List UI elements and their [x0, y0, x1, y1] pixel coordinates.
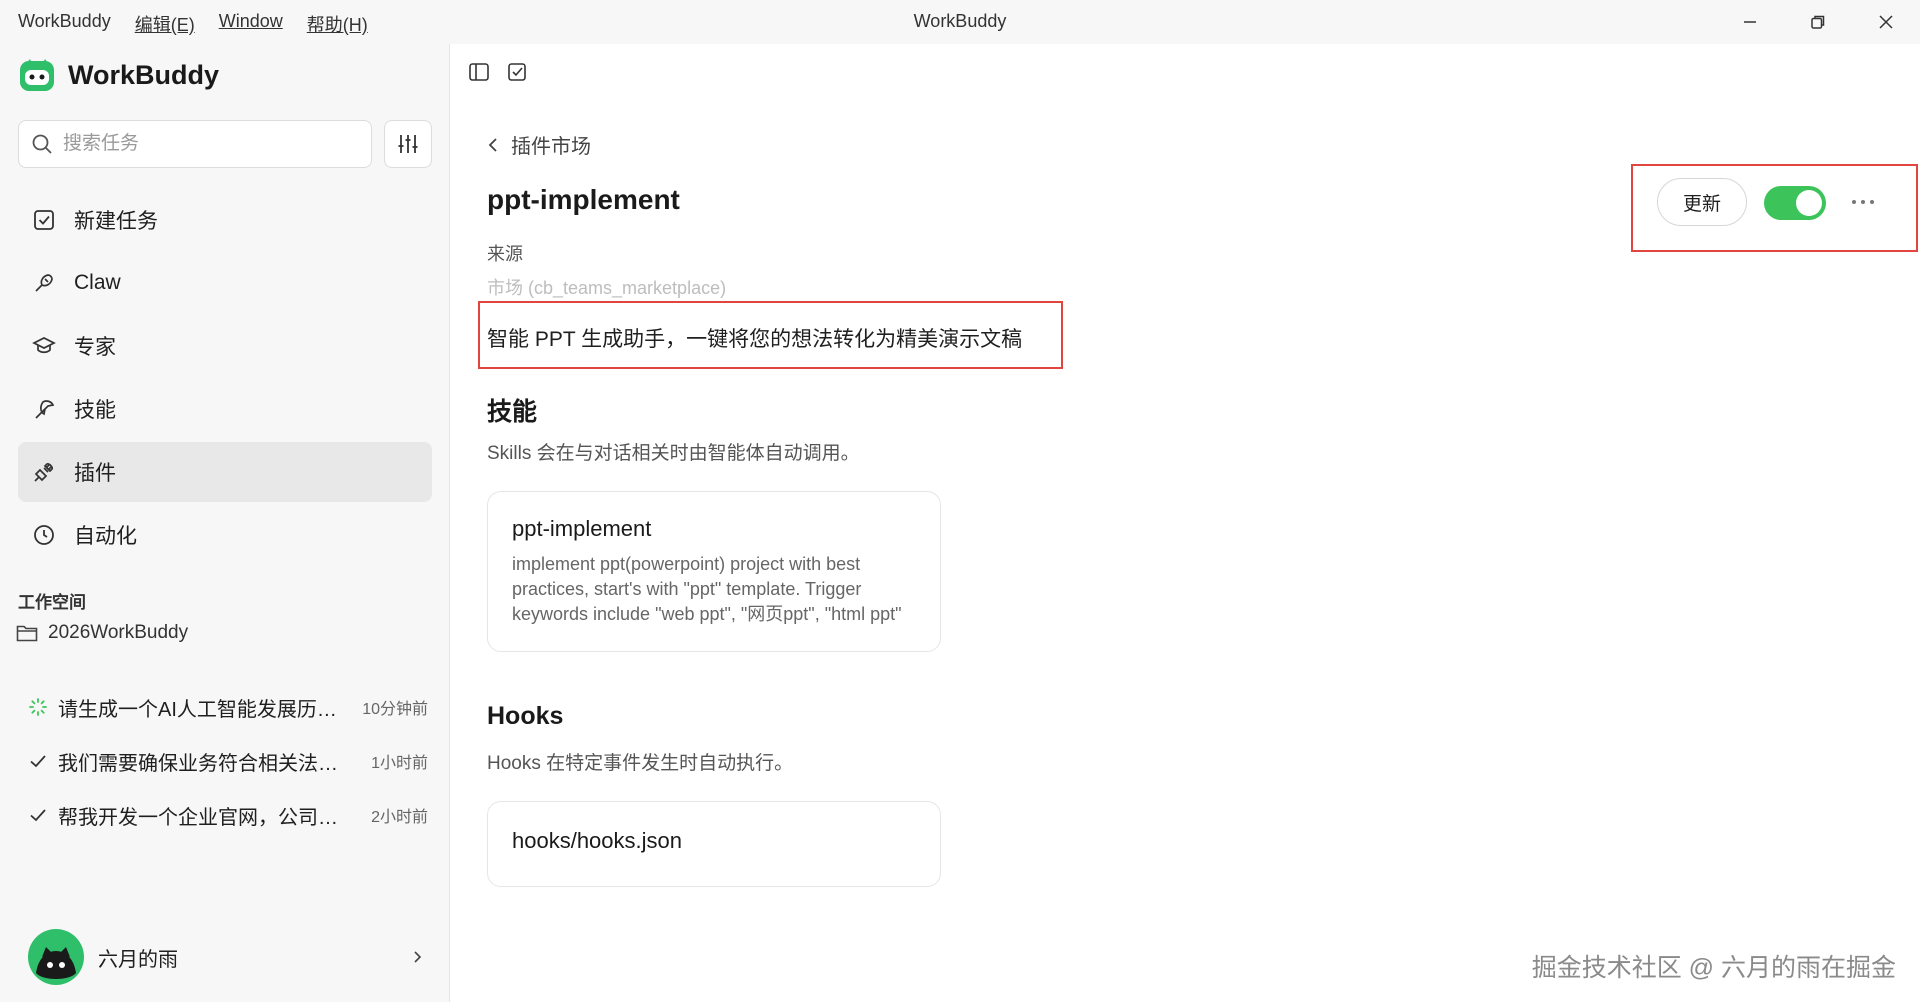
task-item[interactable]: 帮我开发一个企业官网，公司名称为 2小时前: [28, 788, 428, 842]
check-icon: [30, 809, 46, 822]
spinner-icon: [29, 698, 47, 716]
user-name: 六月的雨: [98, 948, 178, 971]
menu-edit[interactable]: 编辑(E): [135, 11, 195, 37]
sidebar-item-expert[interactable]: 专家: [18, 316, 432, 376]
toggle-sidebar-button[interactable]: [467, 60, 491, 84]
sidebar-item-label: 新建任务: [74, 210, 158, 233]
folder-icon: [16, 625, 38, 642]
close-icon: [1879, 15, 1893, 29]
close-button[interactable]: [1852, 0, 1920, 44]
back-label: 插件市场: [511, 136, 591, 158]
workbuddy-logo-icon: [20, 59, 54, 91]
sidebar-item-label: 插件: [74, 462, 116, 485]
task-list: 请生成一个AI人工智能发展历史介绍的PPT 10分钟前 我们需要确保业务符合相关…: [28, 680, 428, 842]
back-link[interactable]: 插件市场: [487, 130, 591, 159]
restore-icon: [1811, 15, 1825, 29]
menu-app[interactable]: WorkBuddy: [18, 11, 111, 37]
more-icon: [1852, 200, 1874, 204]
search-icon: [32, 134, 52, 154]
window-controls: [1716, 0, 1920, 44]
hook-card-title: hooks/hooks.json: [512, 828, 682, 853]
chevron-right-icon: [414, 951, 422, 963]
sidebar-item-new-task[interactable]: 新建任务: [18, 190, 432, 250]
minimize-icon: [1744, 21, 1756, 23]
more-options-button[interactable]: [1848, 190, 1878, 214]
search-box[interactable]: [18, 120, 372, 168]
main-toolbar: [467, 60, 529, 84]
plugin-icon: [34, 463, 53, 482]
source-label: 来源: [487, 244, 523, 264]
sidebar-item-label: Claw: [74, 271, 121, 294]
task-item[interactable]: 我们需要确保业务符合相关法律法规 1小时前: [28, 734, 428, 788]
plugin-title: ppt-implement: [487, 184, 680, 215]
title-bar: WorkBuddy 编辑(E) Window 帮助(H) WorkBuddy: [0, 0, 1920, 44]
edit-check-icon: [508, 63, 526, 81]
clock-icon: [34, 525, 54, 545]
toggle-knob: [1796, 190, 1822, 216]
sidebar: WorkBuddy 新建任务 Claw 专家 技能: [0, 44, 450, 1002]
brand: WorkBuddy: [18, 56, 219, 94]
chevron-left-icon: [488, 137, 497, 152]
task-title: 请生成一个AI人工智能发展历史介绍的PPT: [58, 698, 348, 721]
new-task-button[interactable]: [505, 60, 529, 84]
skill-card-title: ppt-implement: [512, 516, 652, 541]
sliders-icon: [398, 135, 418, 153]
watermark: 掘金技术社区 @ 六月的雨在掘金: [1531, 954, 1896, 982]
task-title: 帮我开发一个企业官网，公司名称为: [58, 806, 348, 829]
workspace-heading: 工作空间: [18, 593, 86, 612]
task-item[interactable]: 请生成一个AI人工智能发展历史介绍的PPT 10分钟前: [28, 680, 428, 734]
sidebar-nav: 新建任务 Claw 专家 技能 插件 自动化: [18, 190, 432, 568]
sidebar-item-plugins[interactable]: 插件: [18, 442, 432, 502]
menu-help[interactable]: 帮助(H): [307, 11, 368, 37]
skill-card[interactable]: ppt-implement implement ppt(powerpoint) …: [487, 491, 941, 652]
hooks-heading: Hooks: [487, 702, 564, 730]
avatar: [28, 929, 84, 985]
source-value: 市场 (cb_teams_marketplace): [487, 278, 727, 298]
sidebar-toggle-icon: [469, 63, 489, 81]
hooks-subtitle: Hooks 在特定事件发生时自动执行。: [487, 753, 794, 774]
sidebar-item-label: 自动化: [74, 525, 137, 548]
user-profile[interactable]: 六月的雨: [28, 928, 424, 986]
plugin-description: 智能 PPT 生成助手，一键将您的想法转化为精美演示文稿: [487, 328, 1023, 351]
menu-bar: WorkBuddy 编辑(E) Window 帮助(H): [18, 11, 368, 37]
main-panel: 插件市场 ppt-implement 来源 市场 (cb_teams_marke…: [451, 44, 1920, 1002]
plugin-enable-toggle[interactable]: [1764, 186, 1826, 220]
sidebar-item-label: 专家: [74, 336, 116, 359]
skills-subtitle: Skills 会在与对话相关时由智能体自动调用。: [487, 443, 860, 464]
new-task-icon: [34, 210, 54, 230]
task-time: 1小时前: [371, 755, 428, 772]
menu-window[interactable]: Window: [219, 11, 283, 37]
expert-icon: [32, 337, 56, 354]
sidebar-item-automation[interactable]: 自动化: [18, 505, 432, 565]
workspace-folder[interactable]: 2026WorkBuddy: [16, 622, 188, 644]
sidebar-item-claw[interactable]: Claw: [18, 253, 432, 313]
filter-button[interactable]: [384, 120, 432, 168]
skill-card-description: implement ppt(powerpoint) project with b…: [512, 554, 902, 624]
update-button[interactable]: 更新: [1657, 178, 1747, 226]
task-time: 10分钟前: [362, 701, 428, 718]
search-input[interactable]: [63, 133, 343, 155]
task-time: 2小时前: [371, 809, 428, 826]
sidebar-item-label: 技能: [74, 399, 116, 422]
restore-button[interactable]: [1784, 0, 1852, 44]
claw-icon: [35, 274, 53, 292]
minimize-button[interactable]: [1716, 0, 1784, 44]
brand-name: WorkBuddy: [68, 59, 220, 90]
hook-card[interactable]: hooks/hooks.json: [487, 801, 941, 887]
folder-name: 2026WorkBuddy: [48, 622, 189, 643]
check-icon: [30, 755, 46, 768]
sidebar-item-skills[interactable]: 技能: [18, 379, 432, 439]
task-title: 我们需要确保业务符合相关法律法规: [58, 752, 348, 775]
skills-heading: 技能: [487, 398, 538, 426]
skill-icon: [35, 400, 55, 419]
